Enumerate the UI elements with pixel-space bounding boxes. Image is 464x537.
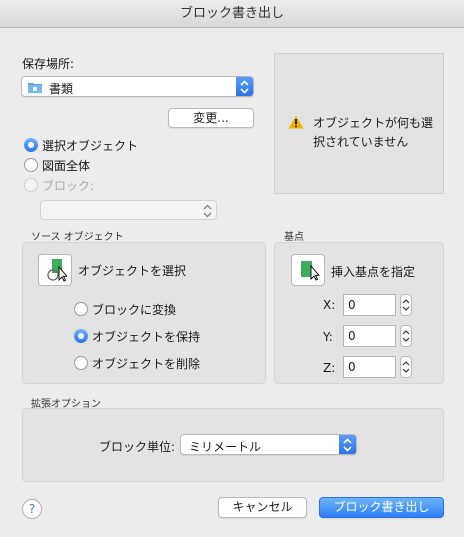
- popup-arrows-icon: [236, 77, 253, 96]
- popup-arrows-icon: [339, 435, 356, 454]
- block-name-select[interactable]: [40, 200, 217, 220]
- help-button[interactable]: ?: [22, 499, 42, 519]
- radio-entire-drawing-label: 図面全体: [42, 159, 91, 173]
- radio-convert-to-block-label: ブロックに変換: [92, 303, 177, 317]
- z-field[interactable]: 0: [343, 356, 396, 378]
- z-label: Z:: [323, 361, 336, 375]
- window-title: ブロック書き出し: [0, 0, 464, 28]
- base-point-title: 基点: [284, 232, 304, 243]
- y-stepper[interactable]: [400, 325, 412, 347]
- block-unit-value: ミリメートル: [189, 440, 262, 454]
- radio-delete-objects[interactable]: [74, 356, 88, 370]
- preview-panel: オブジェクトが何も選 択されていません: [274, 53, 444, 194]
- select-objects-icon: [45, 258, 68, 285]
- radio-selected-objects-label: 選択オブジェクト: [42, 139, 139, 153]
- block-unit-popup[interactable]: ミリメートル: [180, 434, 357, 455]
- pick-point-icon: [298, 258, 320, 285]
- folder-icon: [28, 81, 42, 96]
- x-stepper[interactable]: [400, 294, 412, 316]
- radio-block-label: ブロック:: [42, 179, 95, 193]
- radio-selected-objects[interactable]: [24, 138, 38, 152]
- radio-convert-to-block[interactable]: [74, 302, 88, 316]
- select-objects-label: オブジェクトを選択: [78, 264, 187, 278]
- y-label: Y:: [323, 330, 333, 344]
- radio-delete-objects-label: オブジェクトを削除: [92, 357, 201, 371]
- block-unit-label: ブロック単位:: [99, 440, 176, 454]
- cancel-button[interactable]: キャンセル: [218, 497, 307, 518]
- preview-warning: オブジェクトが何も選 択されていません: [313, 116, 434, 149]
- export-block-button[interactable]: ブロック書き出し: [319, 497, 444, 518]
- x-field[interactable]: 0: [343, 294, 396, 316]
- radio-retain-objects[interactable]: [74, 329, 88, 343]
- pick-base-point-button[interactable]: [291, 254, 325, 286]
- warning-icon: [288, 115, 304, 132]
- select-arrows-icon: [203, 204, 212, 221]
- x-label: X:: [323, 298, 336, 312]
- location-label: 保存場所:: [22, 57, 75, 71]
- radio-entire-drawing[interactable]: [24, 158, 38, 172]
- change-location-button[interactable]: 変更...: [168, 108, 254, 128]
- location-folder-name: 書類: [49, 82, 74, 96]
- z-stepper[interactable]: [400, 356, 412, 378]
- source-objects-title: ソース オブジェクト: [31, 232, 124, 243]
- select-objects-button[interactable]: [38, 254, 72, 286]
- radio-retain-objects-label: オブジェクトを保持: [92, 330, 201, 344]
- pick-base-point-label: 挿入基点を指定: [331, 265, 416, 279]
- location-popup[interactable]: 書類: [21, 76, 254, 97]
- radio-block[interactable]: [24, 178, 38, 192]
- y-field[interactable]: 0: [343, 325, 396, 347]
